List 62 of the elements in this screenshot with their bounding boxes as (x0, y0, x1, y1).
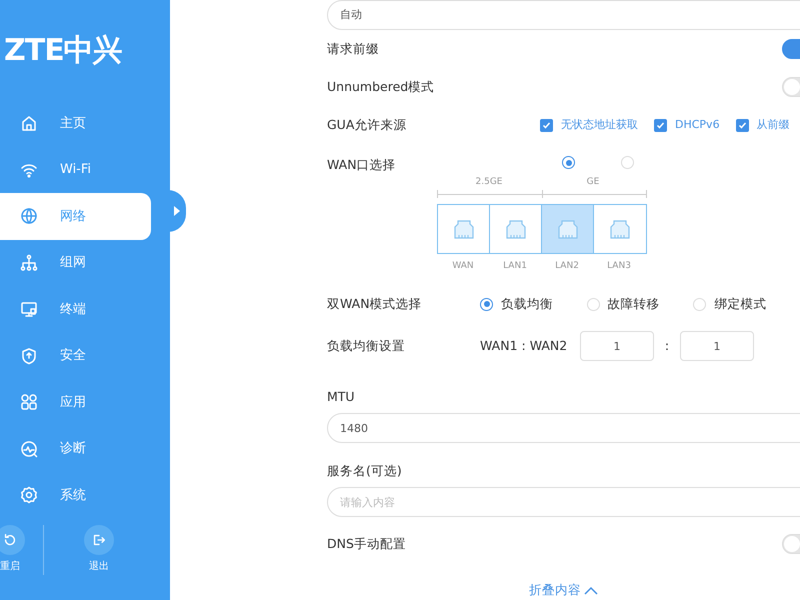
sidebar-item[interactable]: 安全 (0, 332, 151, 379)
radio-button[interactable] (480, 298, 493, 310)
checkbox-label[interactable]: 无状态地址获取 (561, 116, 638, 134)
radio-label[interactable]: 故障转移 (608, 294, 660, 314)
logo: ZTE中兴 (3, 32, 123, 70)
field-label: WAN口选择 (327, 156, 397, 174)
logout-button[interactable]: 退出 (69, 525, 129, 575)
sidebar-item[interactable]: 网络 (0, 193, 151, 240)
apps-grid-icon (20, 393, 38, 412)
chevron-up-icon (584, 586, 598, 595)
sidebar-item[interactable]: 组网 (0, 240, 151, 286)
port-group-label: GE (586, 176, 600, 189)
sidebar-item[interactable]: 诊断 (0, 426, 151, 472)
globe-icon (20, 207, 38, 226)
sidebar-item[interactable]: Wi-Fi (0, 146, 151, 193)
restart-icon (2, 532, 18, 548)
field-label: MTU (327, 388, 356, 406)
check-icon (542, 120, 551, 130)
check-icon (738, 120, 747, 130)
port-label: LAN2 (554, 260, 580, 272)
restart-button[interactable]: 重启 (0, 525, 40, 575)
radio-button[interactable] (562, 156, 575, 169)
sidebar-item[interactable]: 应用 (0, 379, 151, 426)
diagnosis-icon (20, 440, 38, 458)
checkbox[interactable] (654, 118, 667, 132)
port-label: LAN1 (502, 260, 528, 272)
sidebar-item[interactable]: 主页 (0, 100, 151, 146)
home-icon (20, 114, 38, 132)
field-label: 请求前缀 (327, 40, 380, 58)
caret-right-icon (173, 206, 181, 216)
ratio-label: WAN1 : WAN2 (480, 336, 568, 355)
monitor-icon (20, 300, 38, 318)
logout-icon (91, 532, 107, 548)
sidebar-item[interactable]: 系统 (0, 472, 151, 518)
shield-icon (20, 346, 38, 365)
collapse-link[interactable]: 折叠内容 (529, 581, 598, 600)
check-icon (656, 120, 665, 130)
port-group-label: 2.5GE (474, 176, 504, 189)
network-tree-icon (20, 254, 38, 272)
ratio-separator: : (664, 336, 670, 355)
settings-icon (20, 486, 38, 504)
port-label: WAN (451, 260, 475, 272)
ratio-input[interactable]: 1 (680, 331, 754, 361)
field-label: Unnumbered模式 (327, 78, 436, 96)
checkbox-label[interactable]: DHCPv6 (675, 116, 720, 134)
checkbox-label[interactable]: 从前缀 (756, 116, 790, 134)
connection-select[interactable]: 自动 (327, 0, 800, 30)
ratio-input[interactable]: 1 (580, 331, 654, 361)
field-label: 服务名(可选) (327, 462, 403, 480)
field-label: DNS手动配置 (327, 534, 407, 553)
checkbox[interactable] (736, 118, 749, 132)
field-label: 负载均衡设置 (327, 336, 406, 355)
port-tile[interactable] (542, 204, 594, 252)
field-label: GUA允许来源 (327, 116, 408, 134)
port-label: LAN3 (606, 260, 632, 272)
radio-label[interactable]: 负载均衡 (501, 294, 553, 314)
checkbox[interactable] (540, 118, 553, 132)
number-field[interactable]: 1480 (327, 413, 800, 443)
radio-label[interactable]: 绑定模式 (714, 294, 766, 314)
field-label: 双WAN模式选择 (327, 294, 423, 313)
text-field[interactable]: 请输入内容 (327, 487, 800, 517)
sidebar-item[interactable]: 终端 (0, 286, 151, 332)
